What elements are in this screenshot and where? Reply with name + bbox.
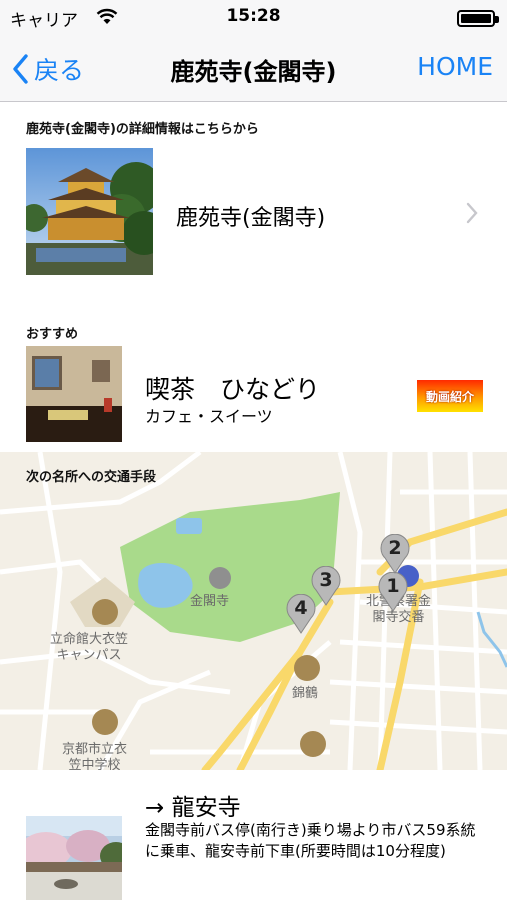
- detail-list-item[interactable]: 鹿苑寺(金閣寺): [0, 144, 507, 282]
- video-intro-button[interactable]: 動画紹介: [417, 380, 483, 412]
- map-label-kinkakuji: 金閣寺: [190, 594, 230, 609]
- map-label-ritsumeikan: 立命館大衣笠 キャンパス: [50, 632, 129, 663]
- map-pin-2[interactable]: 2: [380, 534, 410, 574]
- navigation-bar: 戻る 鹿苑寺(金閣寺) HOME: [0, 36, 507, 102]
- map-label-nishiki: 錦鶴: [292, 686, 319, 701]
- map-section-header: 次の名所への交通手段: [26, 470, 157, 485]
- recommend-name: 喫茶 ひなどり: [145, 375, 321, 404]
- cafe-photo: [26, 346, 122, 442]
- map-view[interactable]: 次の名所への交通手段 金閣寺 立命館大衣笠 キャンパス 北警察署金 閣寺交番 錦…: [0, 452, 507, 770]
- back-button-label: 戻る: [34, 56, 85, 85]
- recommend-list-item[interactable]: 喫茶 ひなどり カフェ・スイーツ 動画紹介: [0, 340, 507, 450]
- battery-icon: [457, 10, 499, 27]
- map-pin-number: 3: [319, 569, 333, 591]
- back-button[interactable]: 戻る: [12, 50, 84, 88]
- route-list-item[interactable]: → 龍安寺 金閣寺前バス停(南行き)乗り場より市バス59系統に乗車、龍安寺前下車…: [0, 770, 507, 900]
- route-title: → 龍安寺: [145, 795, 241, 821]
- route-description: 金閣寺前バス停(南行き)乗り場より市バス59系統に乗車、龍安寺前下車(所要時間は…: [145, 821, 476, 860]
- clock: 15:28: [226, 6, 281, 26]
- map-label-school: 京都市立衣 笠中学校: [62, 742, 128, 770]
- map-pin-number: 2: [388, 537, 402, 559]
- status-bar: キャリア 15:28: [0, 0, 507, 36]
- detail-section-header: 鹿苑寺(金閣寺)の詳細情報はこちらから: [26, 122, 259, 137]
- recommend-category: カフェ・スイーツ: [145, 407, 273, 426]
- kinkakuji-photo: [26, 148, 153, 275]
- home-button[interactable]: HOME: [417, 52, 493, 81]
- chevron-left-icon: [13, 54, 28, 84]
- chevron-right-icon: [466, 202, 478, 224]
- ryoanji-photo: [26, 816, 122, 900]
- detail-item-label: 鹿苑寺(金閣寺): [176, 206, 326, 231]
- map-pin-4[interactable]: 4: [286, 594, 316, 634]
- map-pin-number: 1: [386, 575, 400, 597]
- map-pin-number: 4: [294, 597, 308, 619]
- map-pin-1[interactable]: 1: [378, 572, 408, 612]
